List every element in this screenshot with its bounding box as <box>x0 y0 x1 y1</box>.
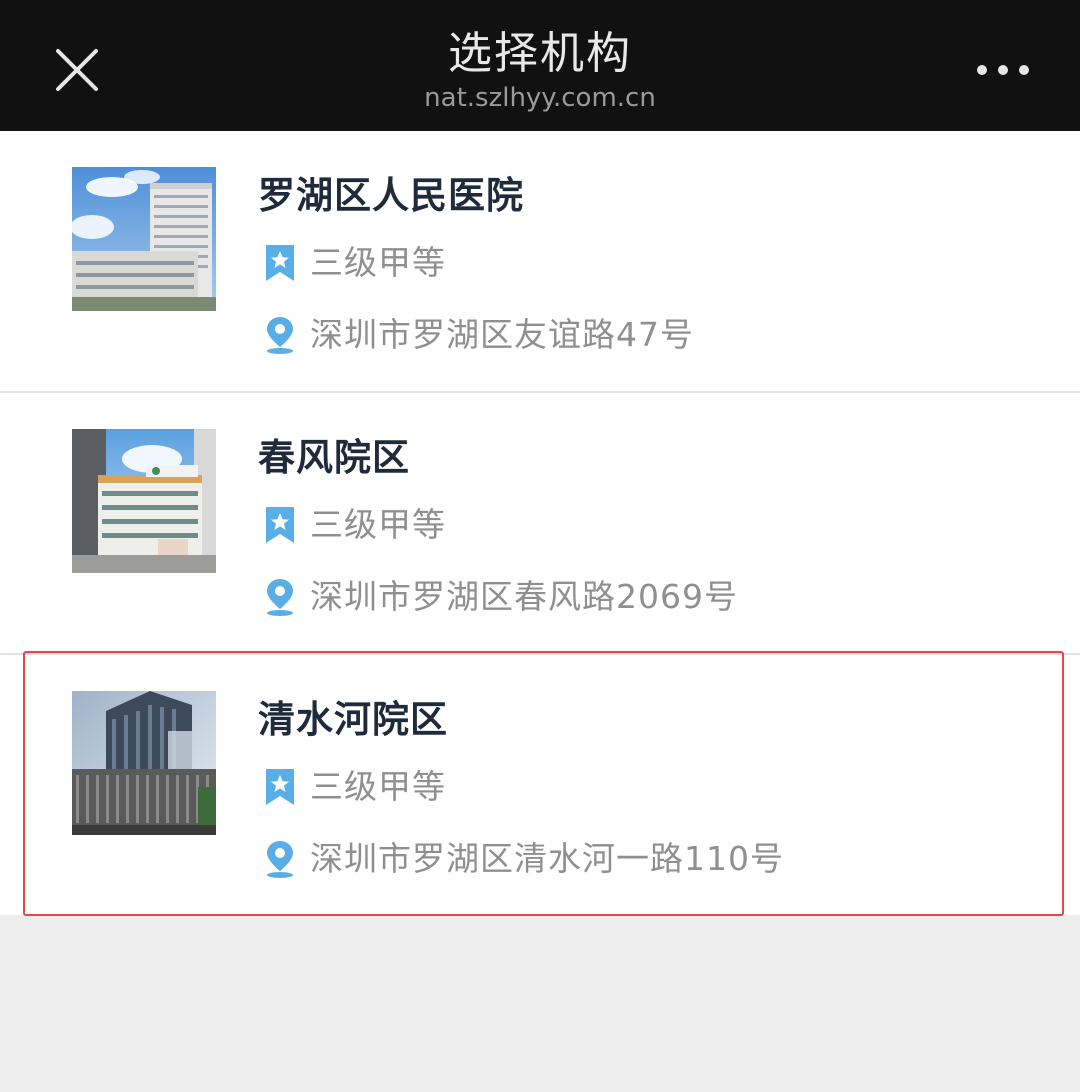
page-title: 选择机构 <box>448 28 632 79</box>
hospital-photo <box>72 691 216 835</box>
bookmark-star-icon <box>262 767 298 807</box>
location-pin-icon <box>262 315 298 355</box>
hospital-name: 罗湖区人民医院 <box>258 174 524 217</box>
hospital-list: 罗湖区人民医院 三级甲等 深圳市罗湖区友谊路47号 春风院区 三级甲等 深圳市罗… <box>0 131 1080 915</box>
hospital-item[interactable]: 春风院区 三级甲等 深圳市罗湖区春风路2069号 <box>0 393 1080 655</box>
hospital-level: 三级甲等 <box>310 505 446 544</box>
hospital-address: 深圳市罗湖区友谊路47号 <box>310 315 694 354</box>
hospital-address: 深圳市罗湖区春风路2069号 <box>310 577 738 616</box>
hospital-name: 春风院区 <box>258 436 410 479</box>
hospital-item[interactable]: 清水河院区 三级甲等 深圳市罗湖区清水河一路110号 <box>0 655 1080 915</box>
hospital-level: 三级甲等 <box>310 243 446 282</box>
hospital-address: 深圳市罗湖区清水河一路110号 <box>310 839 784 878</box>
hospital-name: 清水河院区 <box>258 698 448 741</box>
hospital-level: 三级甲等 <box>310 767 446 806</box>
hospital-photo <box>72 429 216 573</box>
bookmark-star-icon <box>262 505 298 545</box>
location-pin-icon <box>262 839 298 879</box>
bookmark-star-icon <box>262 243 298 283</box>
title-bar: 选择机构 nat.szlhyy.com.cn <box>0 0 1080 131</box>
hospital-item[interactable]: 罗湖区人民医院 三级甲等 深圳市罗湖区友谊路47号 <box>0 131 1080 393</box>
more-icon <box>977 65 1029 75</box>
page-url: nat.szlhyy.com.cn <box>424 83 656 113</box>
hospital-photo <box>72 167 216 311</box>
location-pin-icon <box>262 577 298 617</box>
more-button[interactable] <box>970 50 1036 90</box>
